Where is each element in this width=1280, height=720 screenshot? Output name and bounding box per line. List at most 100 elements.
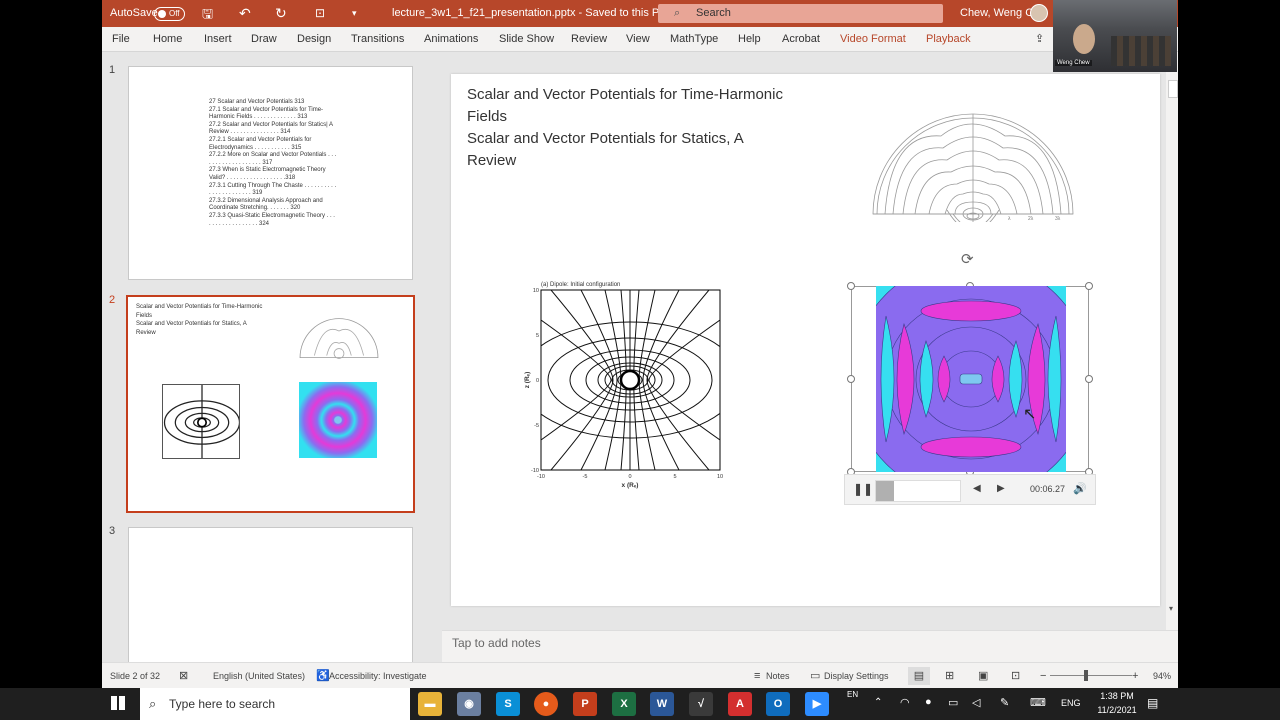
keyboard-icon[interactable]: ⌨ [1030,696,1046,709]
tab-animations[interactable]: Animations [424,27,478,52]
taskbar-search-placeholder: Type here to search [169,697,276,711]
slide-canvas[interactable]: Scalar and Vector Potentials for Time-Ha… [451,74,1160,606]
zoom-app-icon[interactable]: ▶ [805,692,829,716]
undo-icon[interactable]: ↶ [239,0,251,27]
customize-qat-icon[interactable]: ▾ [352,0,357,27]
tab-review[interactable]: Review [571,27,607,52]
redo-icon[interactable]: ↻ [275,0,287,27]
file-explorer-icon[interactable]: ▬ [418,692,442,716]
toc-line: . . . . . . . . . . . . . . . 324 [209,220,270,227]
zoom-out-icon[interactable]: − [1040,663,1046,688]
semi-label: λ [1008,216,1011,222]
resize-handle[interactable] [847,282,855,290]
taskbar-search[interactable]: ⌕ Type here to search [140,688,410,720]
windows-start-icon[interactable] [111,696,125,710]
input-language[interactable]: EN [847,690,858,699]
share-icon[interactable]: ⇪ [1035,27,1044,52]
slide-title[interactable]: Scalar and Vector Potentials for Time-Ha… [467,84,783,172]
toc-line: 27.3.3 Quasi-Static Electromagnetic Theo… [209,212,335,219]
tab-design[interactable]: Design [297,27,331,52]
tab-slide-show[interactable]: Slide Show [499,27,554,52]
volume-icon[interactable]: ◁ [972,696,980,709]
outlook-icon[interactable]: O [766,692,790,716]
tab-draw[interactable]: Draw [251,27,277,52]
rotate-handle-icon[interactable]: ⟳ [961,250,974,268]
toc-line: 27.2 Scalar and Vector Potentials for St… [209,121,333,128]
tab-transitions[interactable]: Transitions [351,27,404,52]
normal-view-icon[interactable]: ▤ [908,667,930,685]
slideshow-view-icon[interactable]: ⊡ [1011,663,1020,688]
resize-handle[interactable] [847,375,855,383]
avatar[interactable] [1030,4,1048,22]
zoom-in-icon[interactable]: + [1132,663,1138,688]
pen-icon[interactable]: ✎ [1000,696,1009,709]
scroll-down-icon[interactable]: ▾ [1169,604,1173,613]
title-bar: AutoSave Off 🖫 ↶ ↻ ⊡ ▾ lecture_3w1_1_f21… [102,0,1178,27]
slide-sorter-icon[interactable]: ⊞ [945,663,954,688]
toc-text: 27 Scalar and Vector Potentials 313 27.1 … [209,99,349,228]
mathtype-icon[interactable]: √ [689,692,713,716]
display-settings-button[interactable]: Display Settings [824,663,889,688]
pause-icon[interactable]: ❚❚ [853,482,873,496]
zoom-level[interactable]: 94% [1153,663,1171,688]
toc-line: . . . . . . . . . . . . . 319 [209,190,263,197]
tab-video-format[interactable]: Video Format [840,27,906,52]
wifi-icon[interactable]: ◠ [900,696,910,709]
left-black-border [0,0,102,688]
microphone-icon[interactable]: ● [925,696,932,708]
app-icon[interactable]: ◉ [457,692,481,716]
volume-icon[interactable]: 🔊 [1073,482,1087,495]
resize-handle[interactable] [1085,375,1093,383]
tab-view[interactable]: View [626,27,650,52]
tab-home[interactable]: Home [153,27,182,52]
slide-thumbnail-1[interactable]: 27 Scalar and Vector Potentials 313 27.1 … [128,66,413,280]
thumbnail-number: 2 [109,294,116,306]
save-icon[interactable]: 🖫 [202,0,213,27]
thumb-dipole-figure [162,384,240,459]
scrollbar-thumb[interactable] [1168,80,1178,98]
reading-view-icon[interactable]: ▣ [978,663,988,688]
user-name[interactable]: Chew, Weng C [960,0,1033,27]
slide-thumbnail-3[interactable] [128,527,413,667]
accessibility-status[interactable]: Accessibility: Investigate [329,663,427,688]
step-forward-icon[interactable]: ▶ [997,483,1005,494]
search-placeholder: Search [696,7,731,19]
powerpoint-icon[interactable]: P [573,692,597,716]
tray-chevron-icon[interactable]: ⌃ [874,697,882,708]
language-indicator[interactable]: ENG [1061,698,1081,708]
tab-file[interactable]: File [112,27,130,52]
tab-insert[interactable]: Insert [204,27,232,52]
video-frame[interactable] [876,286,1066,472]
excel-icon[interactable]: X [612,692,636,716]
zoom-slider[interactable] [1050,675,1132,676]
clock-time[interactable]: 1:38 PM [1092,691,1142,701]
tab-help[interactable]: Help [738,27,761,52]
step-back-icon[interactable]: ◀ [973,483,981,494]
tab-mathtype[interactable]: MathType [670,27,718,52]
notes-button[interactable]: Notes [766,663,790,688]
firefox-icon[interactable]: ● [534,692,558,716]
present-icon[interactable]: ⊡ [315,0,325,27]
resize-handle[interactable] [1085,282,1093,290]
toc-line: 27.2.2 More on Scalar and Vector Potenti… [209,152,337,159]
autosave-toggle[interactable]: Off [154,7,185,21]
skype-icon[interactable]: S [496,692,520,716]
tab-acrobat[interactable]: Acrobat [782,27,820,52]
language-indicator[interactable]: English (United States) [213,663,305,688]
video-progress-bar[interactable] [875,480,961,502]
notifications-icon[interactable]: ▤ [1147,696,1158,710]
vertical-scrollbar[interactable]: ▾ [1166,52,1178,630]
search-box[interactable]: ⌕ Search [658,4,943,23]
slide-thumbnail-2[interactable]: Scalar and Vector Potentials for Time-Ha… [126,295,415,513]
notes-placeholder: Tap to add notes [452,636,541,650]
zoom-slider-thumb[interactable] [1084,670,1088,681]
spellcheck-icon[interactable]: ⊠ [179,663,188,688]
autosave-label: AutoSave [110,7,158,19]
tab-playback[interactable]: Playback [926,27,971,52]
notes-pane[interactable]: Tap to add notes [442,630,1178,662]
clock-date[interactable]: 11/2/2021 [1088,705,1146,715]
battery-icon[interactable]: ▭ [948,696,958,709]
word-icon[interactable]: W [650,692,674,716]
acrobat-icon[interactable]: A [728,692,752,716]
thumbnail-number: 3 [109,525,116,537]
